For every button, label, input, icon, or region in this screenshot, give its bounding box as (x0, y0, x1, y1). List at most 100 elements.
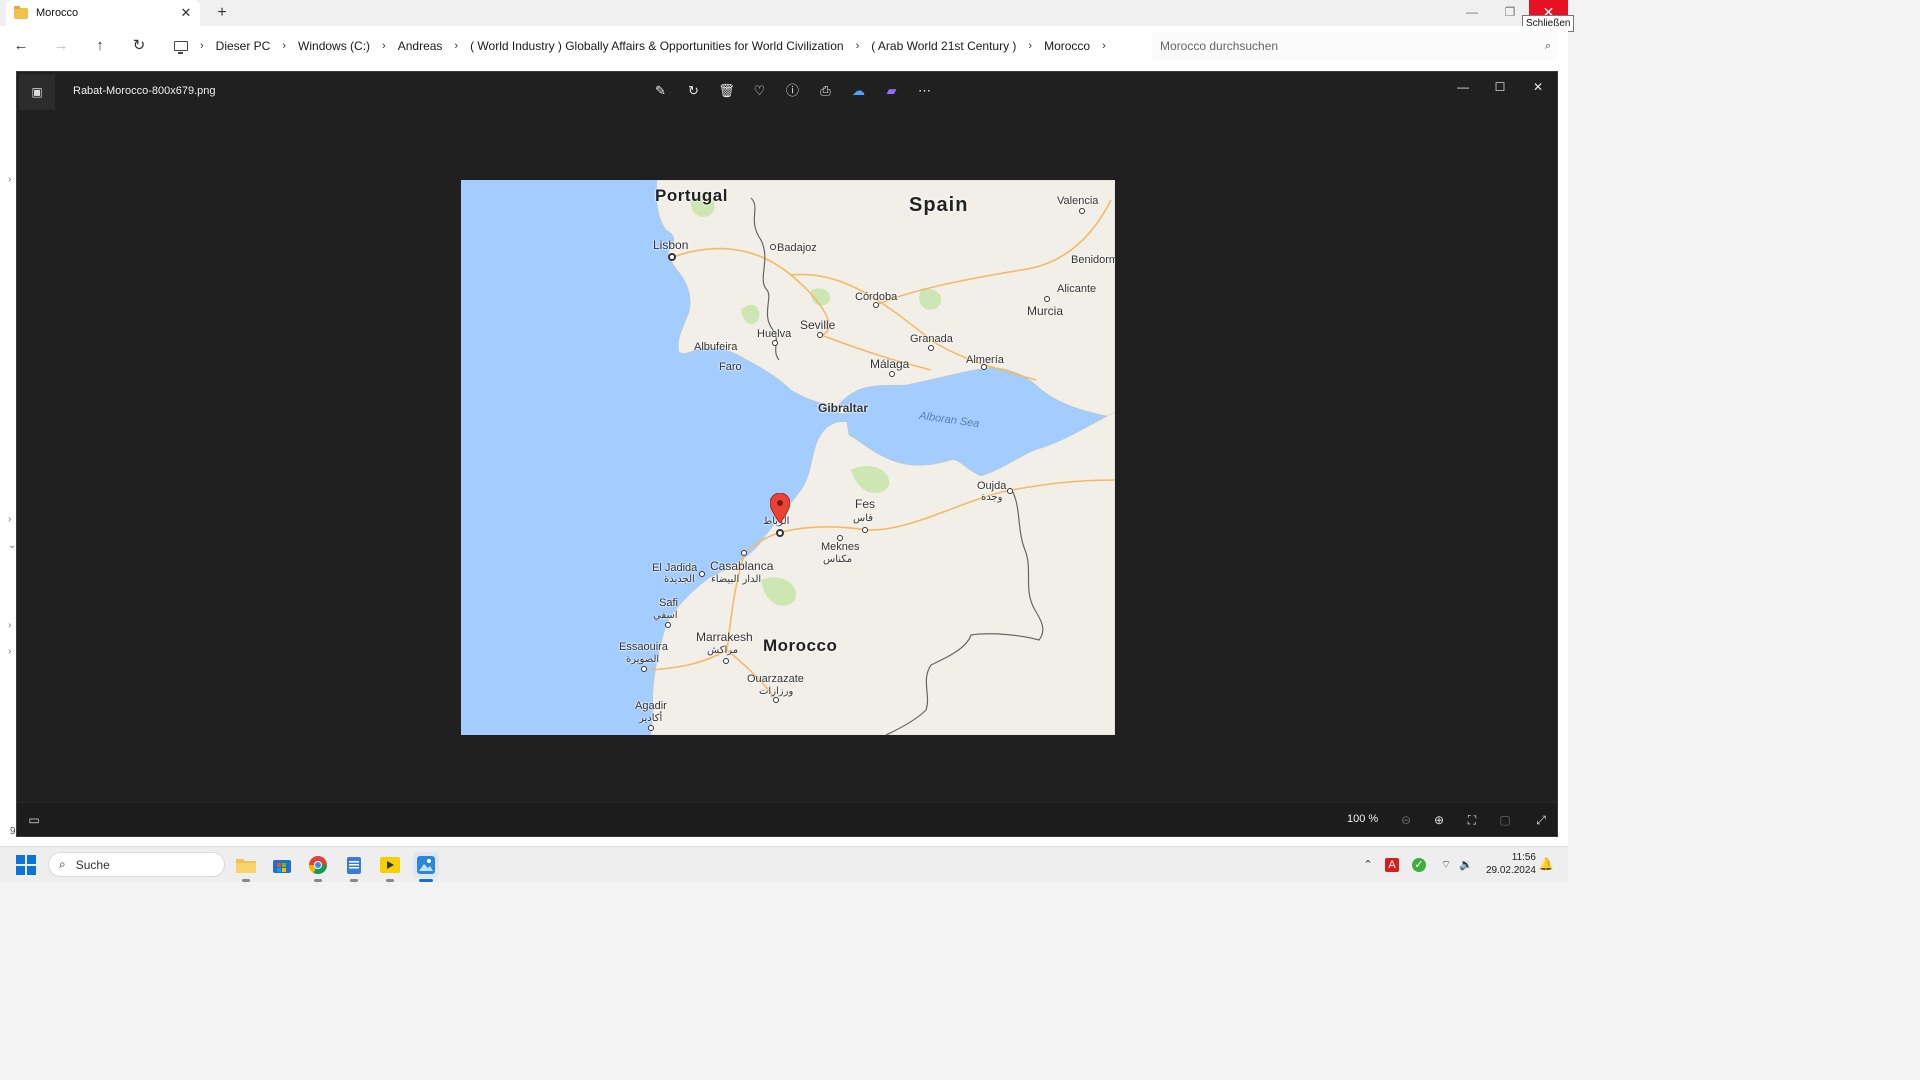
map-label-fes-arabic: فاس (853, 513, 874, 524)
viewer-maximize-icon[interactable]: ☐ (1482, 76, 1518, 98)
onedrive-icon[interactable]: ☁ (842, 80, 875, 102)
breadcrumb-item[interactable]: Windows (C:) (292, 39, 376, 53)
actual-size-icon[interactable]: ▢ (1494, 811, 1516, 829)
viewer-close-icon[interactable]: ✕ (1520, 76, 1556, 98)
filmstrip-icon[interactable]: ▭ (25, 811, 43, 829)
chrome-icon[interactable] (305, 852, 331, 882)
map-label-meknes: Meknes (821, 541, 860, 553)
microsoft-store-icon[interactable] (269, 852, 295, 878)
map-label-murcia: Murcia (1027, 304, 1064, 318)
map-label-el-jadida-arabic: الجديدة (664, 574, 695, 585)
security-tray-icon[interactable]: ✓ (1412, 858, 1426, 872)
search-input[interactable]: Morocco durchsuchen ⌕ (1152, 32, 1558, 60)
city-marker (862, 527, 868, 533)
tab-morocco[interactable]: Morocco ✕ (6, 0, 200, 26)
breadcrumb-item[interactable]: ( World Industry ) Globally Affairs & Op… (464, 39, 849, 53)
more-icon[interactable]: ⋯ (908, 80, 941, 102)
taskbar-clock[interactable]: 11:56 29.02.2024 (1484, 851, 1536, 877)
zoom-out-icon[interactable]: ⊖ (1395, 811, 1417, 829)
notepad-icon[interactable] (341, 852, 367, 882)
city-marker (889, 371, 895, 377)
viewer-bottom-bar: ▭ 100 % ⊖ ⊕ ⛶ ▢ ⤢ (17, 802, 1557, 836)
fit-to-window-icon[interactable]: ⛶ (1461, 811, 1483, 829)
city-marker (770, 244, 776, 250)
city-marker (741, 550, 747, 556)
map-label-lisbon: Lisbon (653, 238, 689, 252)
map-label-oujda-arabic: وجدة (981, 492, 1003, 503)
clock-date: 29.02.2024 (1485, 865, 1536, 876)
minimize-icon[interactable]: — (1453, 0, 1491, 26)
map-label-marrakesh-arabic: مراكش (707, 645, 739, 656)
map-label-agadir: Agadir (635, 700, 667, 712)
photos-app-icon[interactable] (413, 852, 439, 882)
map-label-marrakesh: Marrakesh (696, 630, 753, 644)
zoom-level[interactable]: 100 % (1347, 813, 1378, 825)
city-marker (1079, 208, 1085, 214)
map-label-casablanca-arabic: الدار البيضاء (711, 574, 762, 585)
forward-arrow-icon[interactable]: → (49, 34, 73, 58)
map-label-granada: Granada (910, 333, 953, 345)
map-image[interactable]: Portugal Spain Morocco Lisbon Badajoz Va… (461, 180, 1115, 735)
breadcrumb-item[interactable]: Morocco (1038, 39, 1096, 53)
tab-title: Morocco (36, 7, 79, 19)
explorer-tab-bar: Morocco ✕ + — ❐ ✕ Schließen (0, 0, 1575, 32)
search-placeholder: Morocco durchsuchen (1160, 39, 1279, 53)
breadcrumb-item[interactable]: ( Arab World 21st Century ) (865, 39, 1022, 53)
search-icon: ⌕ (59, 857, 66, 871)
breadcrumb-separator[interactable]: › (448, 40, 464, 52)
edit-image-icon[interactable]: ✎ (644, 80, 677, 102)
viewer-toolbar: ✎ ↻ 🗑 ♡ ⓘ ⎙ ☁ ▰ ⋯ (644, 80, 941, 102)
media-player-icon[interactable] (377, 852, 403, 882)
print-icon[interactable]: ⎙ (809, 80, 842, 102)
map-label-safi-arabic: اسفي (653, 610, 678, 621)
map-label-malaga: Málaga (870, 357, 910, 371)
city-marker (699, 571, 705, 577)
file-explorer-icon[interactable] (233, 852, 259, 882)
city-marker (981, 364, 987, 370)
start-windows-icon[interactable] (16, 855, 36, 875)
taskbar-search[interactable]: ⌕ Suche (48, 852, 225, 877)
info-icon[interactable]: ⓘ (776, 80, 809, 102)
breadcrumb-separator[interactable]: › (850, 40, 866, 52)
breadcrumb-separator[interactable]: › (1022, 40, 1038, 52)
breadcrumb-separator[interactable]: › (194, 40, 210, 52)
new-tab-button[interactable]: + (212, 3, 232, 23)
taskbar: ⌕ Suche ⌃ A ✓ ⌔ 🔉 11:56 29.02.2024 🔔 (0, 846, 1568, 882)
breadcrumb-separator[interactable]: › (276, 40, 292, 52)
city-marker (773, 697, 779, 703)
zoom-in-icon[interactable]: ⊕ (1428, 811, 1450, 829)
rotate-icon[interactable]: ↻ (677, 80, 710, 102)
city-marker (668, 253, 676, 261)
volume-icon[interactable]: 🔉 (1457, 857, 1475, 873)
city-marker (1044, 296, 1050, 302)
tab-close-icon[interactable]: ✕ (176, 5, 196, 21)
photos-app-icon: ▣ (19, 74, 55, 110)
map-label-ouarzazate: Ouarzazate (747, 673, 804, 685)
fullscreen-icon[interactable]: ⤢ (1530, 811, 1552, 829)
city-marker (723, 658, 729, 664)
acrobat-tray-icon[interactable]: A (1385, 858, 1399, 872)
breadcrumb-separator[interactable]: › (376, 40, 392, 52)
favorite-icon[interactable]: ♡ (743, 80, 776, 102)
breadcrumb[interactable]: › Dieser PC › Windows (C:) › Andreas › (… (166, 32, 1144, 60)
taskbar-search-label: Suche (75, 857, 110, 872)
chevron-up-icon[interactable]: ⌃ (1359, 857, 1377, 873)
breadcrumb-separator[interactable]: › (1096, 40, 1112, 52)
city-marker-rabat (776, 529, 784, 537)
map-label-alicante: Alicante (1057, 283, 1097, 295)
city-marker (665, 622, 671, 628)
clipchamp-icon[interactable]: ▰ (875, 80, 908, 102)
map-label-agadir-arabic: أكادير (639, 713, 663, 724)
delete-icon[interactable]: 🗑 (710, 80, 743, 102)
notification-bell-icon[interactable]: 🔔 (1538, 857, 1554, 873)
city-marker (837, 535, 843, 541)
viewer-minimize-icon[interactable]: — (1445, 76, 1481, 98)
address-bar-row: ← → ↑ ↻ › Dieser PC › Windows (C:) › And… (0, 26, 1568, 66)
breadcrumb-item[interactable]: Dieser PC (210, 39, 277, 53)
map-label-oujda: Oujda (977, 480, 1007, 492)
breadcrumb-item[interactable]: Andreas (392, 39, 449, 53)
back-arrow-icon[interactable]: ← (9, 34, 33, 58)
up-arrow-icon[interactable]: ↑ (88, 34, 112, 58)
refresh-icon[interactable]: ↻ (127, 34, 151, 58)
wifi-icon[interactable]: ⌔ (1437, 857, 1455, 873)
